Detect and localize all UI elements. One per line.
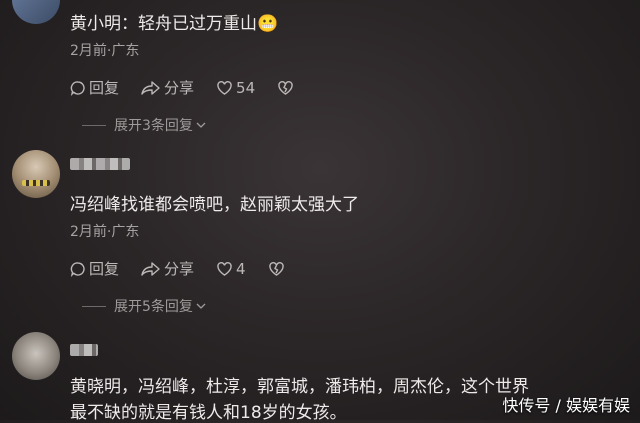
chevron-down-icon bbox=[196, 303, 206, 309]
share-button[interactable]: 分享 bbox=[141, 77, 194, 98]
share-icon bbox=[141, 80, 160, 95]
reply-label: 回复 bbox=[89, 79, 120, 97]
comment-meta: 2月前·广东 bbox=[70, 224, 140, 240]
reply-icon bbox=[70, 261, 85, 277]
broken-heart-icon bbox=[268, 261, 284, 276]
reply-button[interactable]: 回复 bbox=[70, 258, 119, 279]
watermark: 快传号 / 娱娱有娱 bbox=[502, 396, 630, 415]
heart-icon bbox=[217, 80, 232, 95]
broken-heart-icon bbox=[278, 80, 293, 95]
comment-actions: 回复 分享 4 bbox=[70, 258, 310, 279]
dislike-button[interactable] bbox=[277, 80, 297, 96]
like-button[interactable]: 54 bbox=[216, 79, 255, 97]
heart-icon bbox=[217, 261, 232, 276]
expand-replies-button[interactable]: 展开5条回复 bbox=[82, 296, 207, 316]
comment-text: 黄小明：轻舟已过万重山😬 bbox=[70, 14, 279, 34]
comment-text-line-2: 最不缺的就是有钱人和18岁的女孩。 bbox=[70, 403, 347, 423]
dislike-button[interactable] bbox=[268, 261, 288, 277]
reply-button[interactable]: 回复 bbox=[70, 77, 119, 98]
expand-replies-button[interactable]: 展开3条回复 bbox=[82, 115, 207, 135]
avatar[interactable] bbox=[12, 332, 60, 380]
comment-text-line-1: 黄晓明，冯绍峰，杜淳，郭富城，潘玮柏，周杰伦，这个世界 bbox=[70, 377, 529, 397]
like-count: 4 bbox=[236, 259, 246, 278]
comment-meta: 2月前·广东 bbox=[70, 43, 140, 59]
share-button[interactable]: 分享 bbox=[141, 258, 194, 279]
like-count: 54 bbox=[236, 78, 256, 97]
like-button[interactable]: 4 bbox=[216, 260, 246, 278]
comment-actions: 回复 分享 54 bbox=[70, 77, 319, 98]
divider bbox=[82, 305, 106, 307]
share-icon bbox=[141, 261, 160, 276]
avatar[interactable] bbox=[12, 0, 60, 24]
comment-text: 冯绍峰找谁都会喷吧，赵丽颖太强大了 bbox=[70, 195, 359, 215]
divider bbox=[82, 124, 106, 126]
avatar[interactable] bbox=[12, 150, 60, 198]
chevron-down-icon bbox=[196, 122, 206, 128]
blurred-username bbox=[70, 158, 130, 170]
share-label: 分享 bbox=[164, 260, 195, 278]
expand-replies-label: 展开3条回复 bbox=[114, 118, 193, 134]
expand-replies-label: 展开5条回复 bbox=[114, 299, 193, 315]
reply-label: 回复 bbox=[89, 260, 120, 278]
reply-icon bbox=[70, 80, 85, 96]
share-label: 分享 bbox=[164, 79, 195, 97]
blurred-username bbox=[70, 344, 98, 356]
